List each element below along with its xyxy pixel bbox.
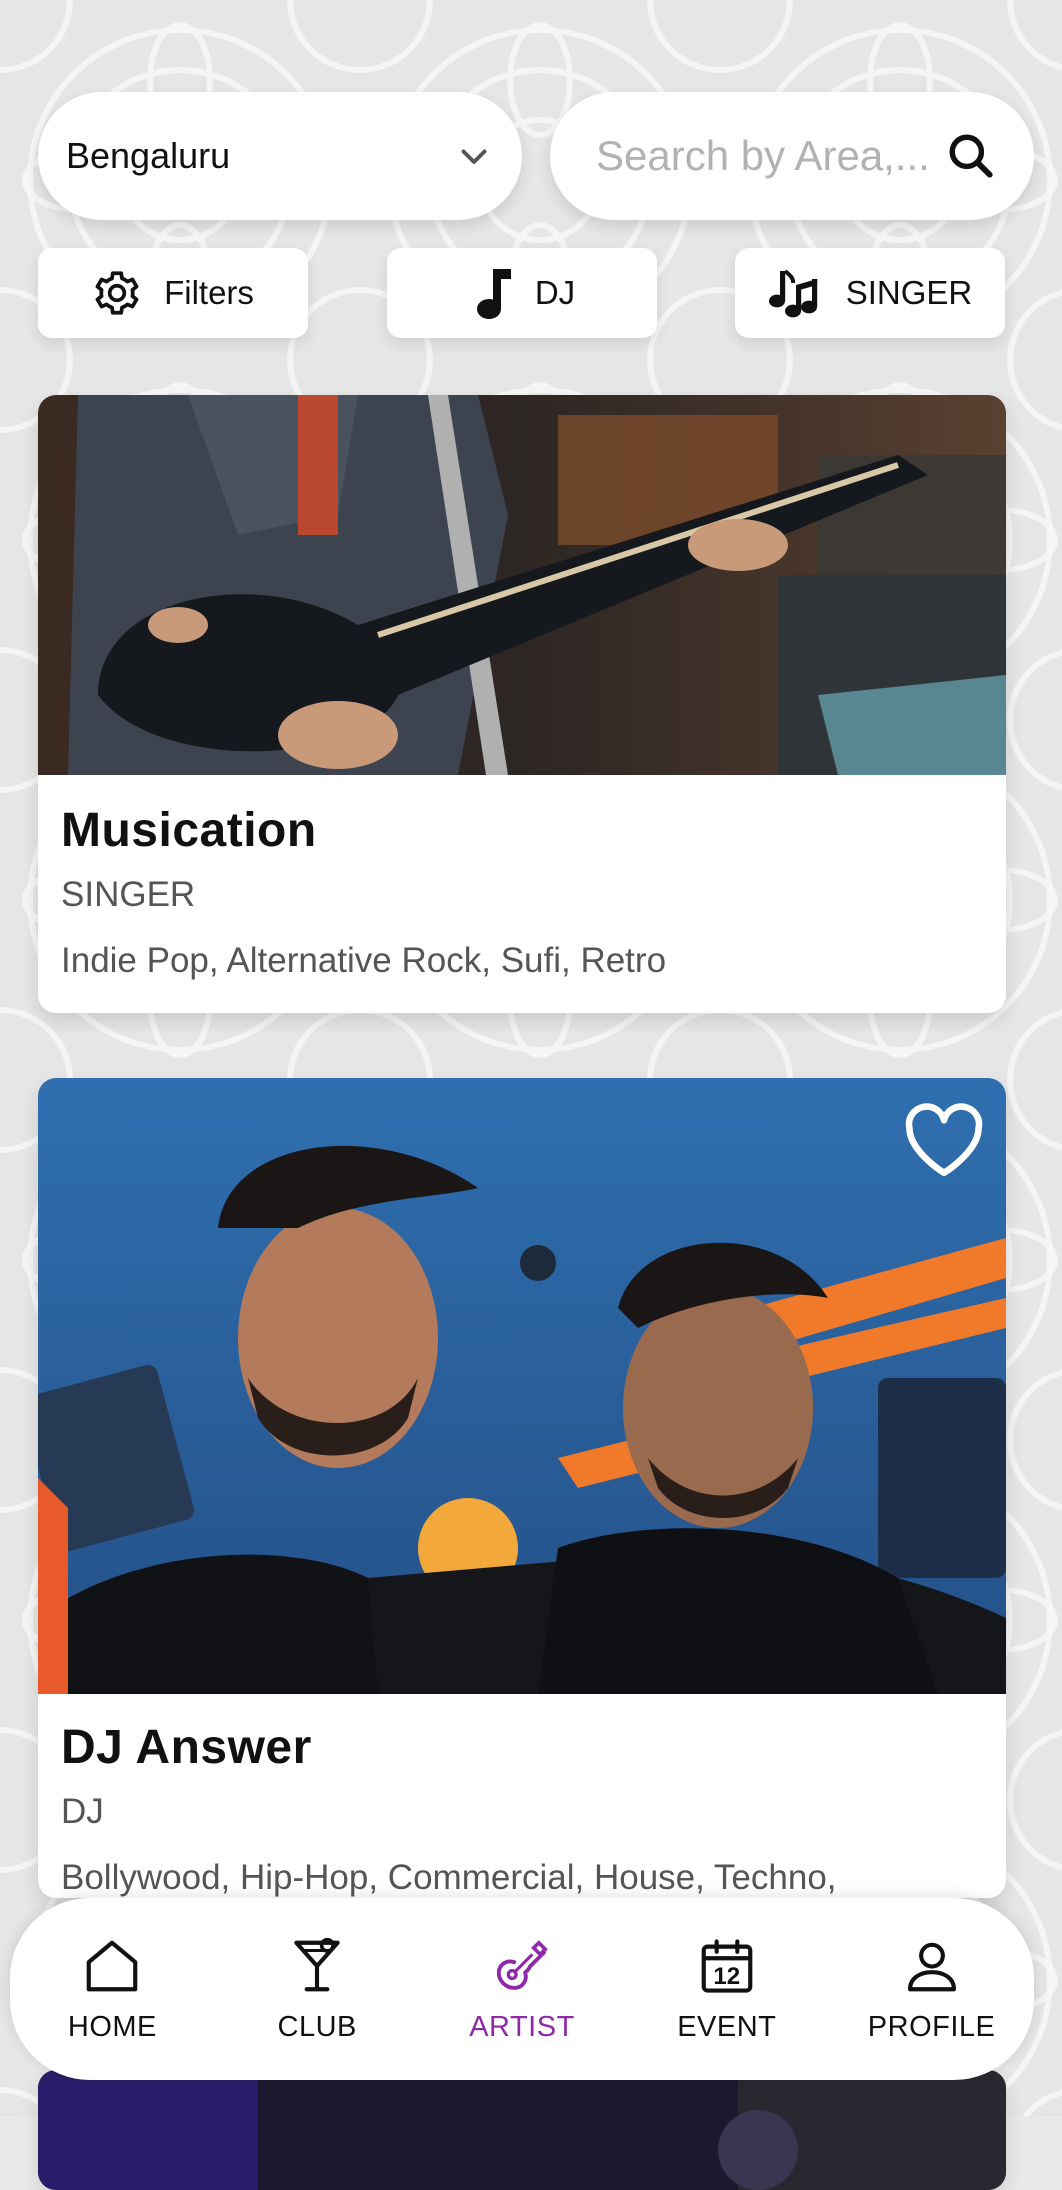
artist-photo <box>38 2070 1006 2190</box>
gear-icon <box>92 268 142 318</box>
artist-card[interactable] <box>38 2070 1006 2190</box>
artist-type: DJ <box>61 1792 104 1831</box>
city-select-value: Bengaluru <box>66 135 231 176</box>
artist-photo <box>38 1078 1006 1694</box>
heart-outline-icon <box>901 1102 987 1178</box>
music-note-icon <box>469 265 513 321</box>
artist-name: DJ Answer <box>61 1721 312 1774</box>
filters-label: Filters <box>164 274 254 311</box>
dj-filter-label: DJ <box>534 274 576 311</box>
artist-photo <box>38 395 1006 775</box>
home-icon <box>81 1935 143 1997</box>
nav-item-home[interactable]: HOME <box>22 1935 202 2044</box>
guitar-icon <box>491 1935 553 1997</box>
nav-item-label: CLUB <box>277 2010 357 2043</box>
calendar-icon: 12 <box>696 1935 758 1997</box>
artist-card[interactable]: Musication SINGER Indie Pop, Alternative… <box>38 395 1006 1013</box>
calendar-day: 12 <box>713 1962 741 1990</box>
chevron-down-icon <box>456 138 492 174</box>
artist-type: SINGER <box>61 875 196 914</box>
artist-genres: Bollywood, Hip-Hop, Commercial, House, T… <box>61 1858 837 1897</box>
user-icon <box>901 1935 963 1997</box>
filters-button[interactable]: Filters <box>38 248 308 338</box>
favorite-button[interactable] <box>900 1096 988 1184</box>
nav-item-label: ARTIST <box>469 2010 575 2043</box>
music-notes-icon <box>768 267 824 319</box>
cocktail-icon <box>286 1935 348 1997</box>
nav-item-artist[interactable]: ARTIST <box>432 1935 612 2044</box>
city-select[interactable]: Bengaluru <box>38 92 522 220</box>
artist-genres: Indie Pop, Alternative Rock, Sufi, Retro <box>61 941 667 980</box>
nav-item-profile[interactable]: PROFILE <box>842 1935 1022 2044</box>
nav-item-label: HOME <box>67 2010 157 2043</box>
nav-item-event[interactable]: 12 EVENT <box>637 1935 817 2044</box>
dj-filter-button[interactable]: DJ <box>387 248 657 338</box>
nav-item-label: EVENT <box>677 2010 777 2043</box>
nav-item-label: PROFILE <box>867 2010 996 2043</box>
search-box <box>550 92 1034 220</box>
singer-filter-button[interactable]: SINGER <box>735 248 1005 338</box>
search-input[interactable] <box>594 131 938 181</box>
bottom-nav: HOME CLUB ARTIST 12 EVENT PROFILE <box>10 1898 1034 2080</box>
artist-name: Musication <box>61 804 317 857</box>
artist-card[interactable]: DJ Answer DJ Bollywood, Hip-Hop, Commerc… <box>38 1078 1006 1898</box>
search-icon[interactable] <box>946 131 996 181</box>
nav-item-club[interactable]: CLUB <box>227 1935 407 2044</box>
singer-filter-label: SINGER <box>845 274 973 311</box>
